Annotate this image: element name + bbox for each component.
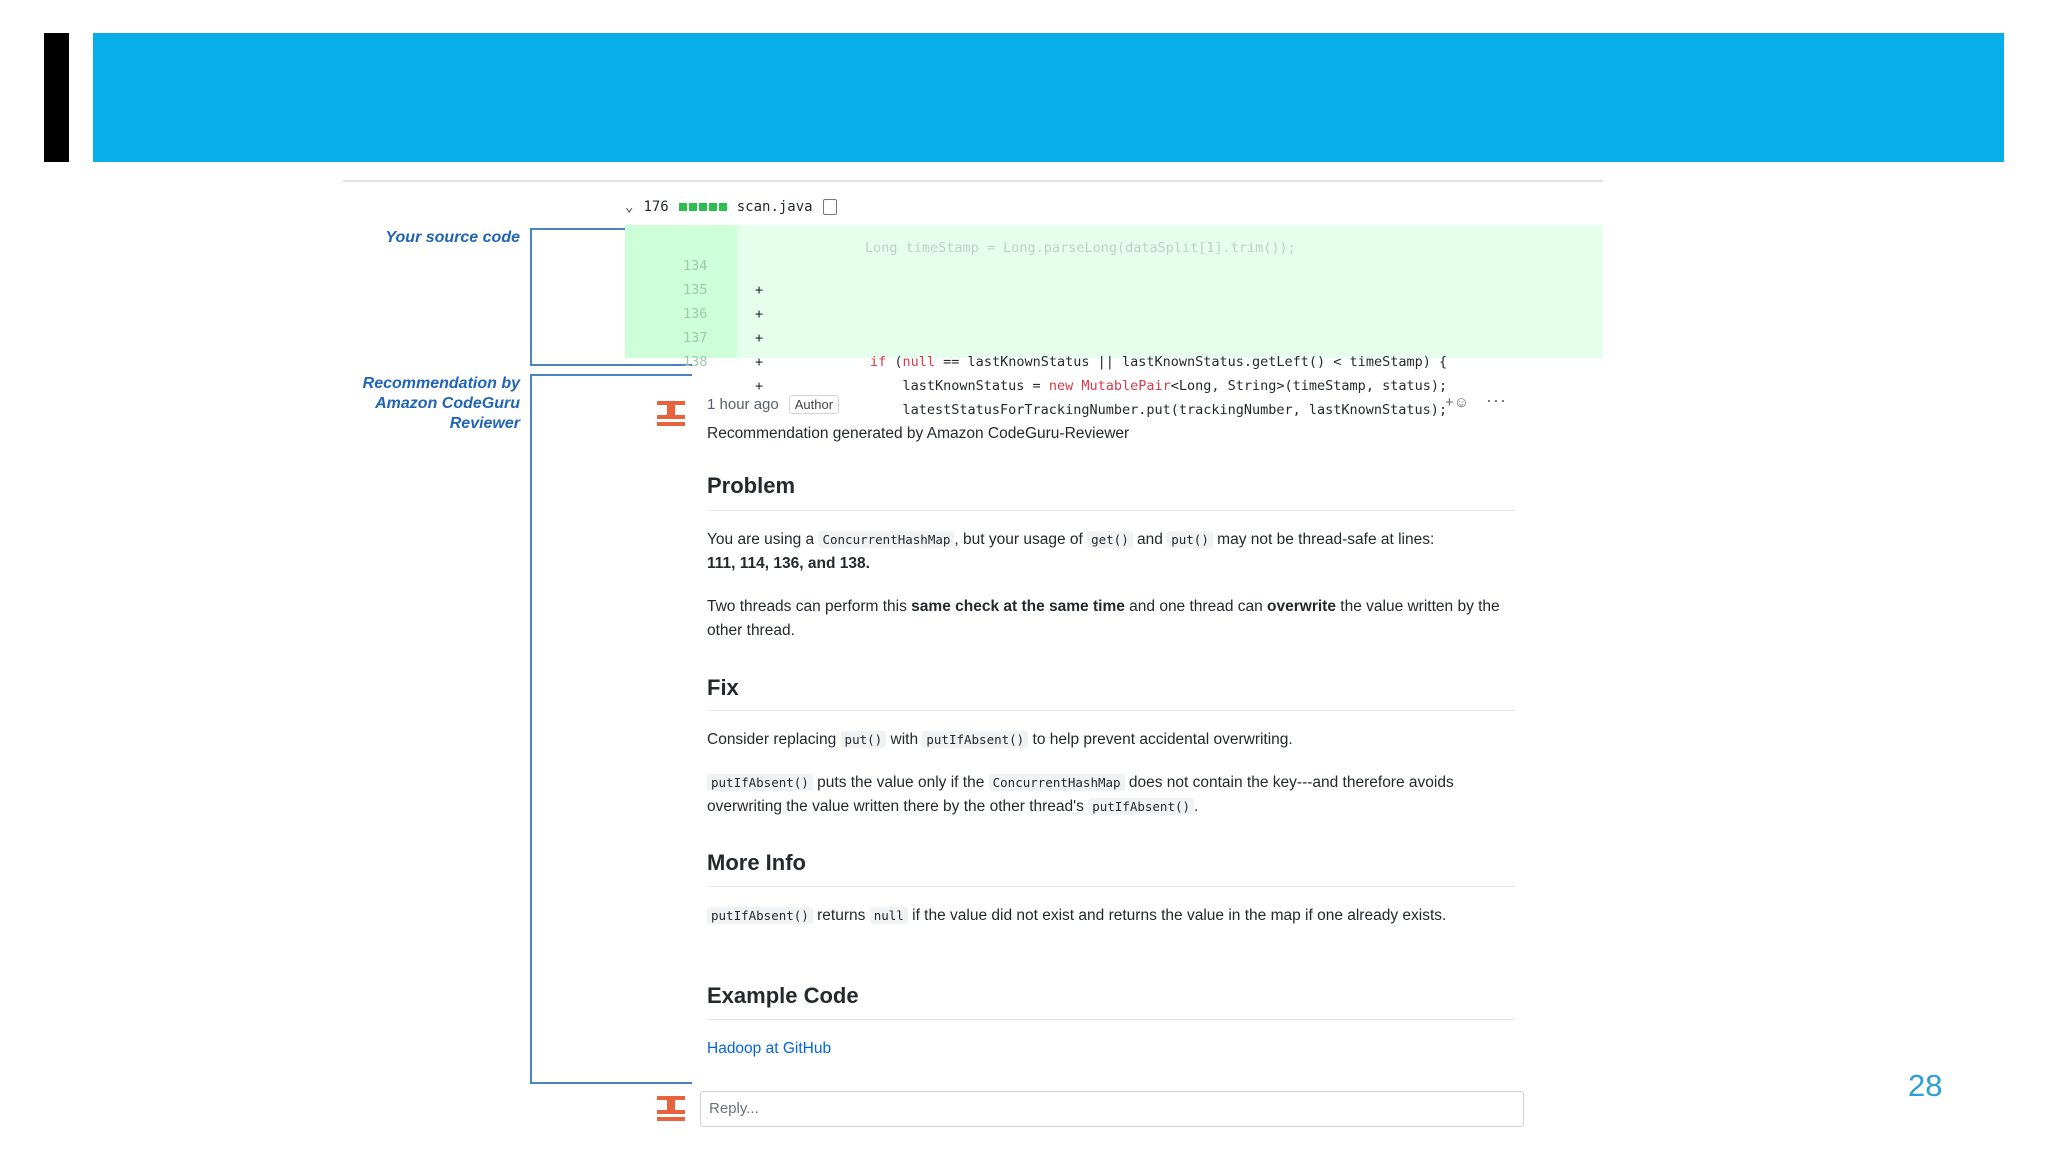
reply-input[interactable]: Reply... xyxy=(700,1091,1524,1127)
line-number: 138 xyxy=(683,354,708,370)
heading-rule xyxy=(707,710,1515,711)
diff-stat-icon xyxy=(678,203,727,211)
hadoop-github-link[interactable]: Hadoop at GitHub xyxy=(707,1040,831,1058)
problem-paragraph-1: You are using a ConcurrentHashMap, but y… xyxy=(707,531,1435,572)
example-code-heading: Example Code xyxy=(707,983,859,1008)
more-options-icon[interactable]: ··· xyxy=(1486,390,1507,411)
heading-rule xyxy=(707,886,1515,887)
author-badge: Author xyxy=(788,395,840,414)
code-line: 136 + if (null == lastKnownStatus || las… xyxy=(625,278,1603,370)
page-number: 28 xyxy=(1908,1068,1943,1103)
code-line: 138 + latestStatusForTrackingNumber.put(… xyxy=(625,326,1603,418)
code-text: latestStatusForTrackingNumber.put(tracki… xyxy=(870,402,1448,418)
generated-by-text: Recommendation generated by Amazon CodeG… xyxy=(707,425,1130,442)
heading-rule xyxy=(707,1019,1515,1020)
fix-paragraph-2: putIfAbsent() puts the value only if the… xyxy=(707,774,1454,815)
code-line: 135 + xyxy=(625,254,1603,322)
code-line: 134 + xyxy=(625,230,1603,298)
codeguru-avatar-icon xyxy=(657,1093,685,1121)
heading-rule xyxy=(707,510,1515,511)
add-reaction-icon[interactable]: +☺ xyxy=(1445,394,1469,411)
fix-paragraph-1: Consider replacing put() with putIfAbsen… xyxy=(707,731,1293,748)
divider xyxy=(343,180,1603,182)
comment-meta: 1 hour ago Author xyxy=(707,395,840,414)
problem-heading: Problem xyxy=(707,473,796,498)
comment-time[interactable]: 1 hour ago xyxy=(707,396,779,413)
fix-heading: Fix xyxy=(707,675,739,700)
more-info-heading: More Info xyxy=(707,850,806,875)
added-marker: + xyxy=(755,354,764,370)
reply-placeholder: Reply... xyxy=(709,1100,759,1117)
code-review-screenshot: ⌄ 176 scan.java Long timeStamp = Long.pa… xyxy=(343,180,1603,1130)
slide-title-banner xyxy=(93,33,2004,162)
codeguru-avatar-icon xyxy=(657,398,685,426)
slide-accent-bar xyxy=(44,33,69,162)
more-info-paragraph: putIfAbsent() returns null if the value … xyxy=(707,904,1517,928)
problem-paragraph-2: Two threads can perform this same check … xyxy=(707,598,1500,639)
code-line: 137 + lastKnownStatus = new MutablePair<… xyxy=(625,302,1603,394)
code-text: lastKnownStatus = new MutablePair<Long, … xyxy=(870,378,1448,394)
diff-code-area: Long timeStamp = Long.parseLong(dataSpli… xyxy=(625,225,1603,418)
code-text: if (null == lastKnownStatus || lastKnown… xyxy=(870,354,1448,370)
